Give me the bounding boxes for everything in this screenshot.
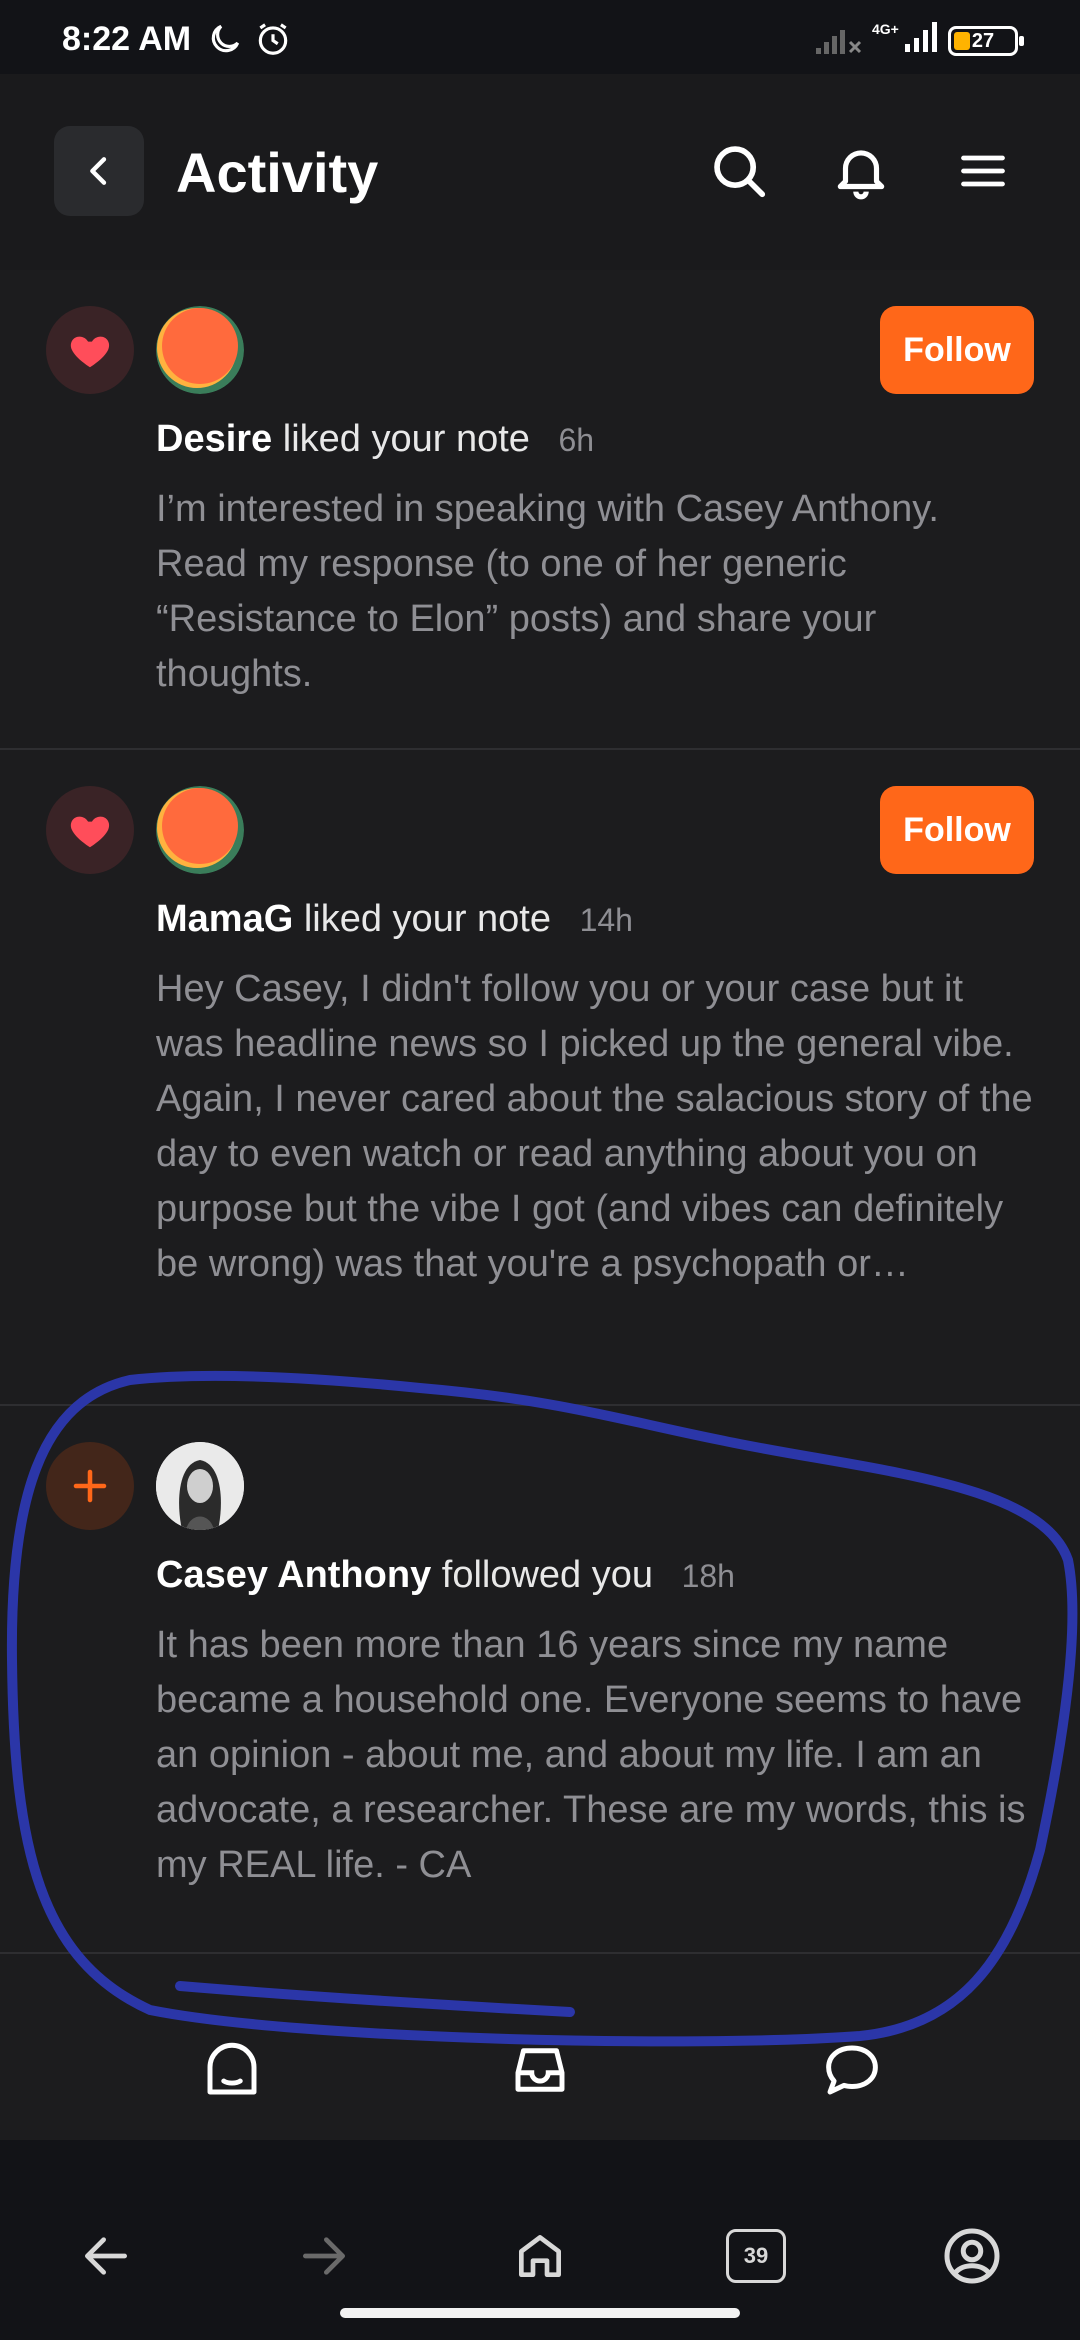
app-header: Activity [0, 74, 1080, 270]
activity-item[interactable]: Follow MamaG liked your note 14h Hey Cas… [0, 750, 1080, 1406]
activity-action: followed you [441, 1554, 654, 1596]
activity-time: 6h [558, 422, 595, 458]
notifications-button[interactable] [826, 136, 896, 206]
activity-time: 14h [579, 902, 633, 938]
search-icon [714, 146, 766, 198]
plus-icon [73, 1469, 107, 1503]
arrow-right-icon [303, 2237, 345, 2275]
default-avatar-icon [156, 306, 244, 394]
back-icon [90, 157, 107, 185]
browser-forward-button[interactable] [284, 2216, 364, 2296]
default-avatar-icon [156, 786, 244, 874]
menu-icon [961, 155, 1005, 187]
nav-chat[interactable] [812, 2030, 892, 2110]
username-link[interactable]: Desire [156, 418, 272, 460]
home-icon [207, 2042, 257, 2095]
battery-icon: 27 [948, 26, 1024, 56]
profile-photo-icon [156, 1442, 244, 1530]
network-type: 4G+ [872, 21, 899, 37]
activity-item[interactable]: Follow Desire liked your note 6h I’m int… [0, 270, 1080, 750]
activity-time: 18h [681, 1558, 735, 1594]
activity-feed: Follow Desire liked your note 6h I’m int… [0, 270, 1080, 1954]
follow-badge [46, 1442, 134, 1530]
like-badge [46, 786, 134, 874]
page-title: Activity [176, 141, 379, 204]
battery-level: 27 [971, 30, 995, 52]
signal-4g-icon: 4G+ [872, 20, 943, 54]
note-preview[interactable]: I’m interested in speaking with Casey An… [156, 482, 1036, 702]
house-icon [519, 2235, 561, 2277]
browser-back-button[interactable] [66, 2216, 146, 2296]
status-time: 8:22 AM [62, 20, 192, 58]
heart-icon [70, 336, 110, 368]
tab-count: 39 [743, 2243, 769, 2268]
browser-home-button[interactable] [500, 2216, 580, 2296]
like-badge [46, 306, 134, 394]
tabs-icon: 39 [726, 2229, 786, 2283]
activity-action: liked your note [303, 898, 551, 940]
browser-tabs-button[interactable]: 39 [716, 2216, 796, 2296]
activity-action: liked your note [282, 418, 530, 460]
follow-button[interactable]: Follow [880, 306, 1034, 394]
username-link[interactable]: Casey Anthony [156, 1554, 431, 1596]
activity-item[interactable]: Casey Anthony followed you 18h It has be… [0, 1406, 1080, 1954]
follow-button[interactable]: Follow [880, 786, 1034, 874]
moon-icon [211, 24, 240, 53]
nav-home[interactable] [192, 2030, 272, 2110]
home-indicator [340, 2308, 740, 2318]
alarm-icon [258, 23, 288, 55]
activity-headline: Casey Anthony followed you 18h [156, 1554, 735, 1597]
bell-icon [837, 150, 885, 200]
avatar[interactable] [156, 786, 244, 874]
avatar[interactable] [156, 1442, 244, 1530]
menu-button[interactable] [948, 136, 1018, 206]
heart-icon [70, 816, 110, 848]
back-button[interactable] [54, 126, 144, 216]
avatar[interactable] [156, 306, 244, 394]
app-bottom-nav [0, 1990, 1080, 2140]
activity-headline: Desire liked your note 6h [156, 418, 594, 461]
note-preview[interactable]: Hey Casey, I didn't follow you or your c… [156, 962, 1036, 1292]
signal-none-icon [816, 30, 862, 54]
status-bar: 8:22 AM 4G+ 27 [0, 0, 1080, 74]
arrow-left-icon [85, 2237, 127, 2275]
account-icon [944, 2228, 1000, 2284]
browser-account-button[interactable] [932, 2216, 1012, 2296]
nav-inbox[interactable] [500, 2030, 580, 2110]
username-link[interactable]: MamaG [156, 898, 293, 940]
chat-icon [826, 2045, 878, 2095]
search-button[interactable] [704, 136, 774, 206]
profile-bio[interactable]: It has been more than 16 years since my … [156, 1618, 1036, 1893]
activity-headline: MamaG liked your note 14h [156, 898, 633, 941]
inbox-icon [515, 2048, 565, 2092]
